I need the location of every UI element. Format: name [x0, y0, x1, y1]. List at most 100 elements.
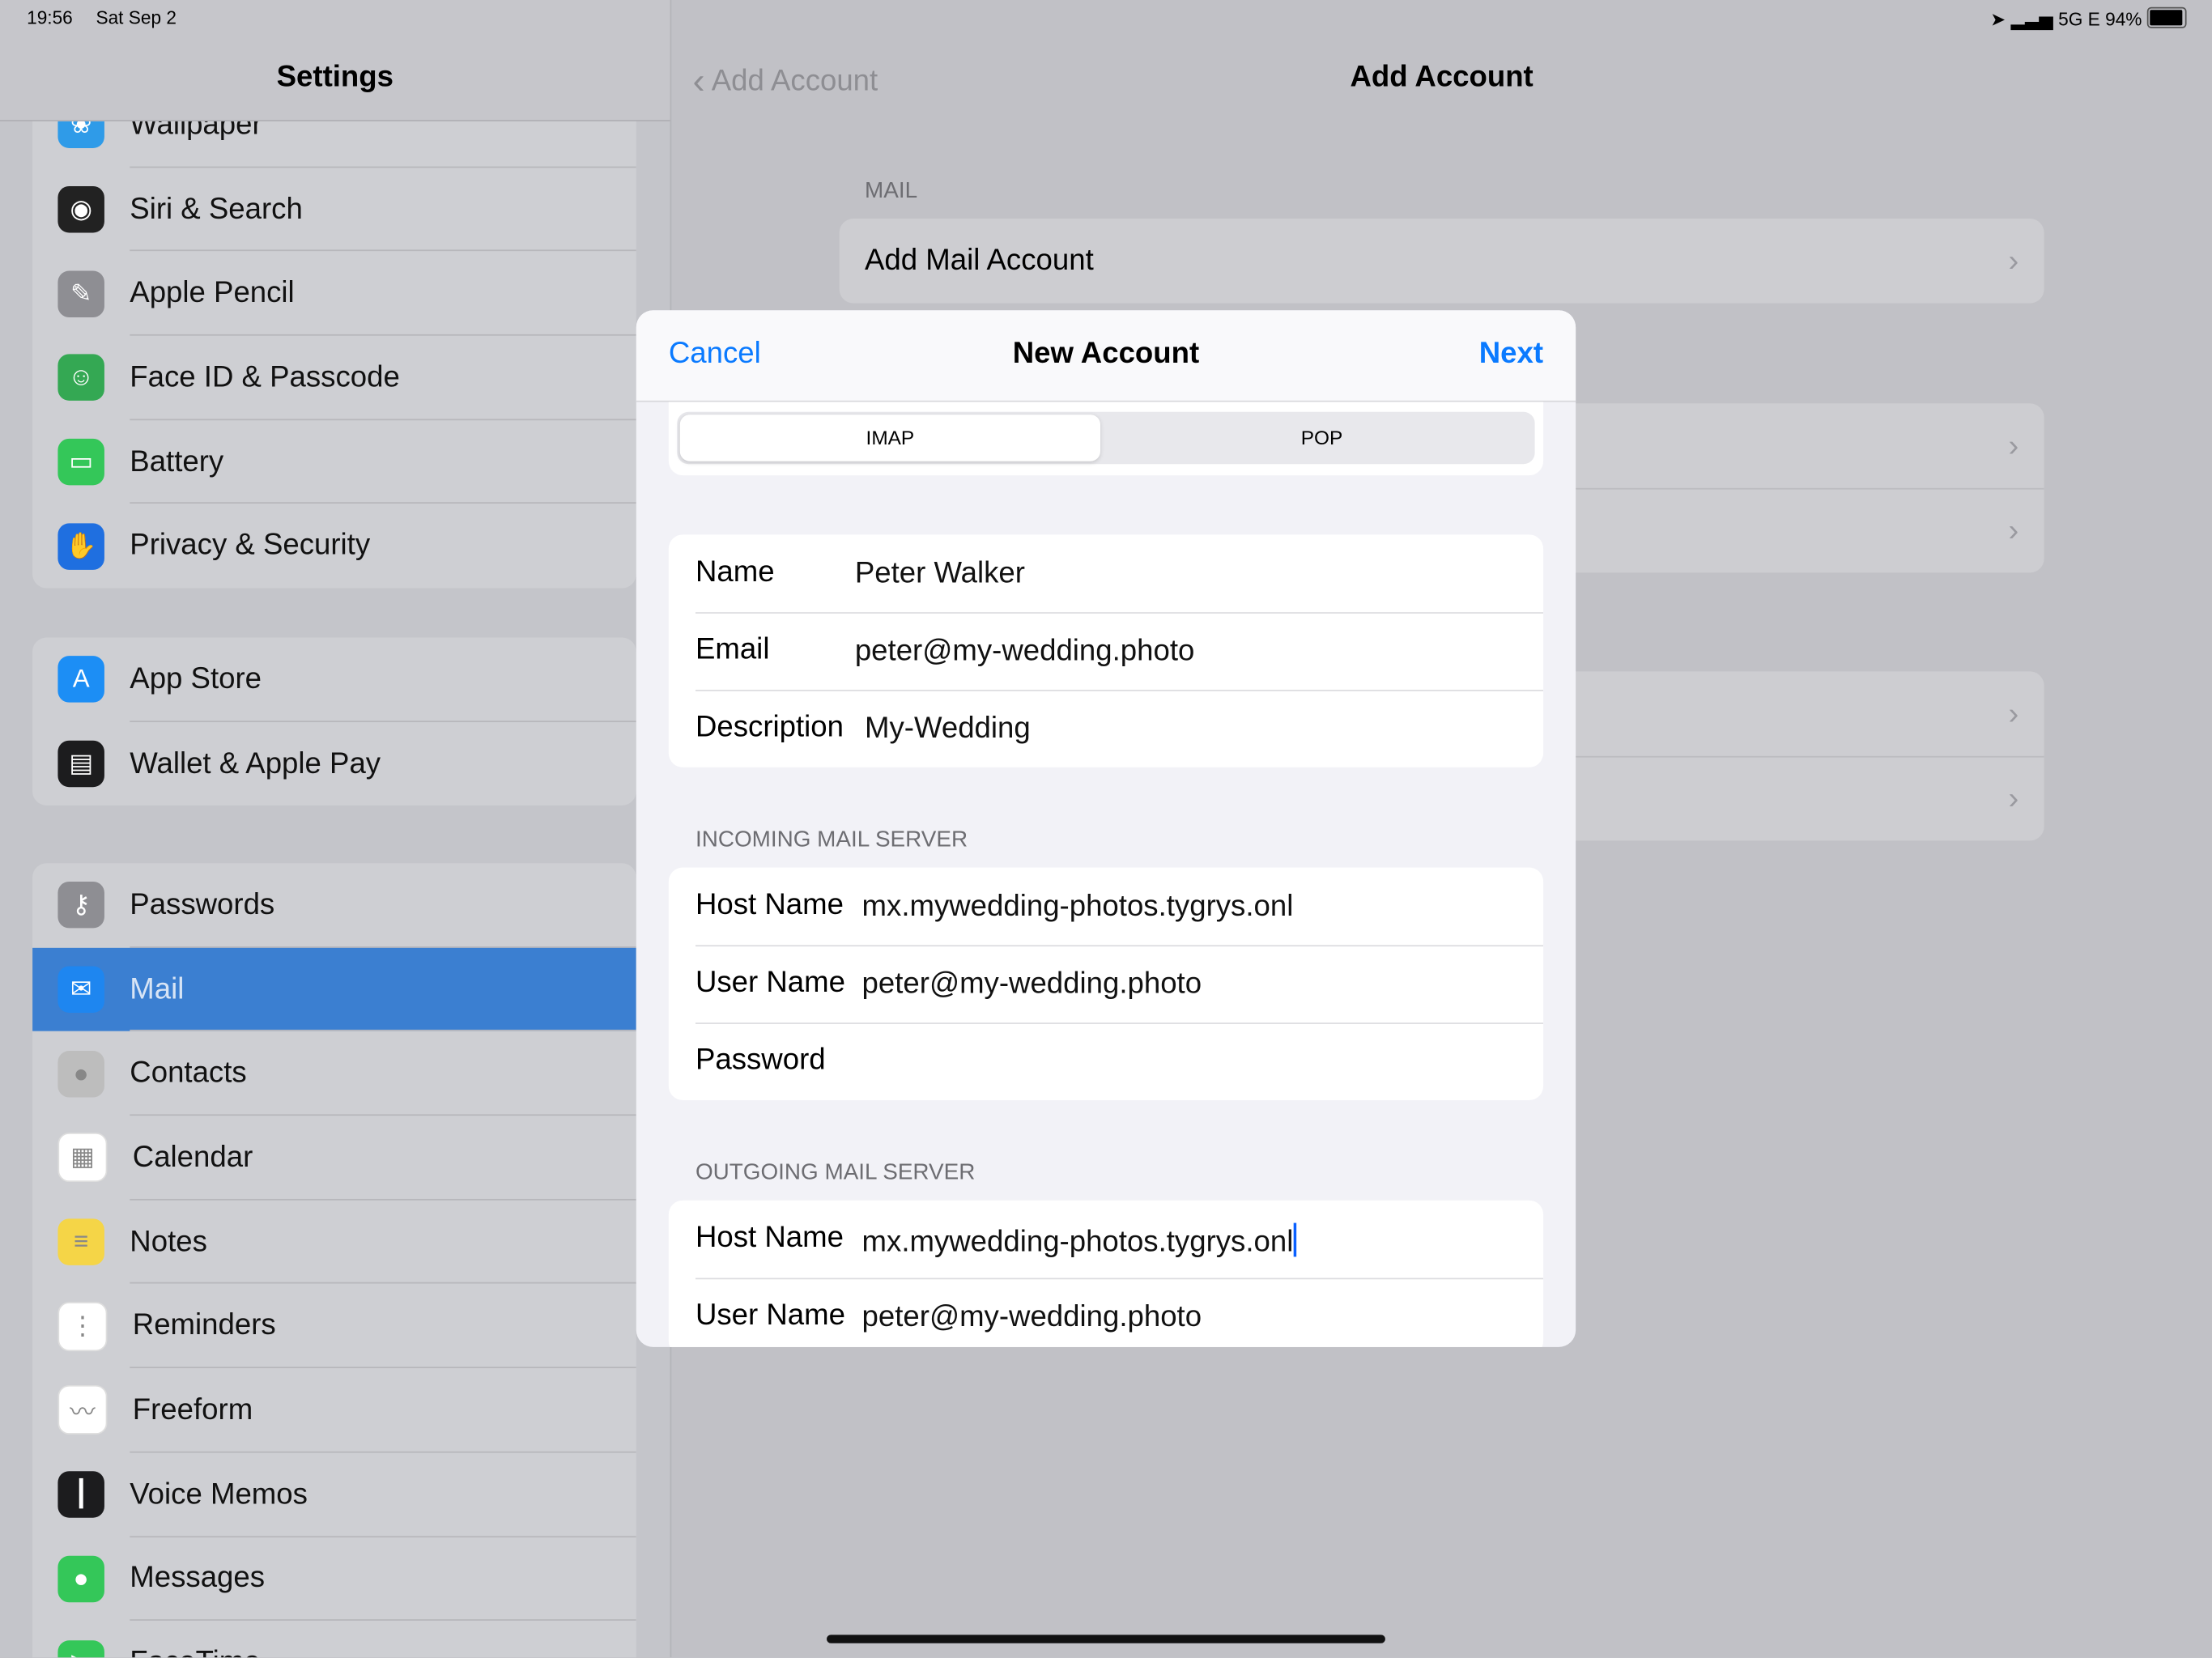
sidebar-item-label: Mail: [130, 972, 185, 1005]
settings-group: ❀ Wallpaper ◉ Siri & Search ✎ Apple Pencil ☺ Fa…: [32, 83, 636, 589]
chevron-right-icon: ›: [2008, 242, 2019, 278]
calendar-icon: ▦: [57, 1133, 108, 1183]
chevron-right-icon: ›: [2008, 427, 2019, 463]
outgoing-user-field[interactable]: peter@my-wedding.photo: [862, 1300, 1202, 1334]
sidebar-item-notes[interactable]: ≡ Notes: [32, 1200, 636, 1284]
sidebar-item-battery[interactable]: ▭ Battery: [32, 420, 636, 504]
incoming-host-field[interactable]: mx.mywedding-photos.tygrys.onl: [862, 890, 1294, 924]
text-cursor: [1293, 1222, 1296, 1257]
incoming-password-row[interactable]: Password: [669, 1022, 1544, 1100]
chevron-right-icon: ›: [2008, 512, 2019, 548]
outgoing-server-card: Host Name mx.mywedding-photos.tygrys.onl …: [668, 1200, 1544, 1347]
siri-icon: ◉: [57, 186, 104, 233]
notes-icon: ≡: [57, 1218, 104, 1266]
sidebar-item-privacy-security[interactable]: ✋ Privacy & Security: [32, 504, 636, 589]
chevron-right-icon: ›: [2008, 695, 2019, 731]
host-label: Host Name: [695, 888, 844, 921]
faceid-icon: ☺: [57, 355, 104, 402]
sidebar-item-label: Messages: [130, 1562, 266, 1595]
incoming-user-row[interactable]: User Name peter@my-wedding.photo: [669, 945, 1544, 1022]
settings-sidebar: 19:56 Sat Sep 2 Settings ❀ Wallpaper ◉ Siri…: [0, 0, 672, 1658]
appstore-icon: A: [57, 656, 104, 704]
email-row[interactable]: Email peter@my-wedding.photo: [669, 612, 1544, 690]
settings-group: A App Store ▤ Wallet & Apple Pay: [32, 637, 636, 806]
sidebar-item-label: Passwords: [130, 888, 275, 921]
outgoing-user-row[interactable]: User Name peter@my-wedding.photo: [669, 1278, 1544, 1347]
sidebar-item-freeform[interactable]: 〰 Freeform: [32, 1368, 636, 1452]
sidebar-item-apple-pencil[interactable]: ✎ Apple Pencil: [32, 252, 636, 336]
sidebar-item-messages[interactable]: ● Messages: [32, 1537, 636, 1621]
sidebar-item-calendar[interactable]: ▦ Calendar: [32, 1116, 636, 1200]
user-label: User Name: [695, 966, 845, 999]
account-info-card: Name Peter Walker Email peter@my-wedding.p…: [668, 534, 1544, 767]
sidebar-header: 19:56 Sat Sep 2 Settings: [0, 0, 670, 121]
incoming-host-row[interactable]: Host Name mx.mywedding-photos.tygrys.onl: [669, 868, 1543, 946]
sidebar-item-siri-search[interactable]: ◉ Siri & Search: [32, 168, 636, 252]
sidebar-item-app-store[interactable]: A App Store: [32, 638, 636, 722]
sidebar-item-label: Freeform: [132, 1393, 253, 1426]
segment-imap[interactable]: IMAP: [679, 414, 1100, 461]
status-date: Sat Sep 2: [96, 6, 177, 28]
outgoing-header: OUTGOING MAIL SERVER: [695, 1160, 976, 1185]
contacts-icon: ●: [57, 1050, 104, 1098]
sidebar-item-passwords[interactable]: ⚷ Passwords: [32, 863, 636, 947]
description-row[interactable]: Description My-Wedding: [669, 689, 1544, 767]
status-time: 19:56: [27, 6, 73, 28]
settings-group: ⚷ Passwords ✉ Mail ● Contacts ▦ Calendar ≡ Notes ⋮…: [32, 863, 636, 1658]
sidebar-item-voice-memos[interactable]: ┃ Voice Memos: [32, 1452, 636, 1537]
sidebar-item-label: Privacy & Security: [130, 529, 371, 562]
add-mail-account-row[interactable]: Add Mail Account ›: [840, 219, 2044, 303]
sidebar-title: Settings: [276, 60, 393, 93]
outgoing-host-field[interactable]: mx.mywedding-photos.tygrys.onl: [862, 1222, 1296, 1260]
email-field[interactable]: peter@my-wedding.photo: [855, 635, 1195, 669]
battery-icon: [2146, 6, 2187, 28]
sidebar-item-label: Apple Pencil: [130, 276, 295, 309]
name-row[interactable]: Name Peter Walker: [669, 534, 1543, 612]
add-mail-card: Add Mail Account ›: [839, 219, 2044, 303]
next-button[interactable]: Next: [1479, 337, 1543, 371]
segment-pop[interactable]: POP: [1112, 414, 1532, 461]
sidebar-item-label: Voice Memos: [130, 1477, 308, 1511]
user-label: User Name: [695, 1299, 845, 1332]
description-field[interactable]: My-Wedding: [865, 712, 1031, 746]
sidebar-item-label: Calendar: [132, 1141, 253, 1174]
email-label: Email: [695, 633, 770, 666]
sidebar-item-label: Battery: [130, 444, 224, 478]
key-icon: ⚷: [57, 882, 104, 929]
freeform-icon: 〰: [57, 1385, 108, 1435]
sidebar-item-mail[interactable]: ✉ Mail: [32, 947, 636, 1032]
sidebar-item-wallet-apple-pay[interactable]: ▤ Wallet & Apple Pay: [32, 722, 636, 806]
sidebar-item-label: Contacts: [130, 1056, 247, 1090]
sidebar-item-facetime[interactable]: ▶ FaceTime: [32, 1621, 636, 1658]
network-type: 5G E: [2058, 8, 2100, 30]
section-header-mail: MAIL: [865, 179, 918, 203]
location-icon: ➤: [1990, 8, 2006, 30]
sidebar-item-label: Reminders: [132, 1309, 276, 1342]
incoming-user-field[interactable]: peter@my-wedding.photo: [862, 967, 1202, 1001]
message-icon: ●: [57, 1555, 104, 1602]
sidebar-item-face-id-passcode[interactable]: ☺ Face ID & Passcode: [32, 336, 636, 420]
sidebar-item-label: Siri & Search: [130, 192, 303, 225]
incoming-server-card: Host Name mx.mywedding-photos.tygrys.onl …: [668, 867, 1544, 1100]
envelope-icon: ✉: [57, 966, 104, 1014]
video-icon: ▶: [57, 1639, 104, 1658]
name-field[interactable]: Peter Walker: [855, 557, 1025, 591]
wallet-icon: ▤: [57, 740, 104, 788]
signal-icon: ▂▃▅: [2010, 8, 2053, 30]
sidebar-item-contacts[interactable]: ● Contacts: [32, 1031, 636, 1116]
pencil-icon: ✎: [57, 270, 104, 317]
chevron-right-icon: ›: [2008, 780, 2019, 816]
protocol-segment-card: IMAP POP: [668, 402, 1544, 476]
name-label: Name: [695, 555, 775, 589]
sidebar-item-label: Wallet & Apple Pay: [130, 746, 381, 780]
description-label: Description: [695, 711, 844, 744]
sidebar-item-label: Face ID & Passcode: [130, 360, 400, 393]
new-account-sheet: Cancel New Account Next IMAP POP Name Pet…: [636, 310, 1576, 1347]
sidebar-item-reminders[interactable]: ⋮ Reminders: [32, 1284, 636, 1368]
waveform-icon: ┃: [57, 1471, 104, 1518]
incoming-header: INCOMING MAIL SERVER: [695, 827, 968, 852]
password-label: Password: [695, 1044, 826, 1077]
outgoing-host-row[interactable]: Host Name mx.mywedding-photos.tygrys.onl: [669, 1201, 1543, 1278]
battery-icon: ▭: [57, 439, 104, 486]
home-indicator[interactable]: [826, 1635, 1385, 1643]
